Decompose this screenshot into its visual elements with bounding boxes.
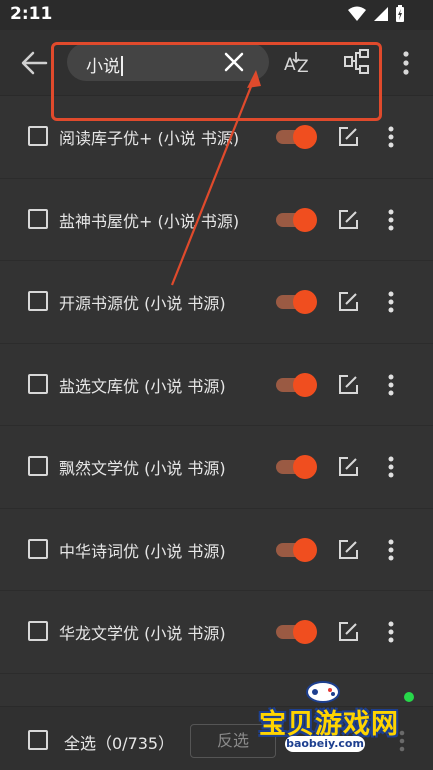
edit-icon	[339, 374, 358, 394]
enable-toggle[interactable]	[276, 124, 318, 150]
status-time: 2:11	[10, 4, 53, 24]
item-checkbox[interactable]	[28, 291, 48, 311]
more-vert-icon	[399, 730, 405, 752]
status-icons	[347, 5, 405, 23]
edit-button[interactable]	[337, 456, 359, 478]
enable-toggle[interactable]	[276, 207, 318, 233]
wifi-icon	[348, 6, 366, 21]
back-button[interactable]	[20, 50, 48, 76]
app-bar: 小说 A Z	[0, 30, 433, 96]
select-all-label: 全选（0/735）	[64, 734, 175, 753]
item-more-button[interactable]	[384, 208, 398, 232]
edit-icon	[339, 127, 358, 146]
list-item[interactable]: 盐选文库优 (小说 书源)	[0, 344, 433, 426]
group-button[interactable]	[343, 48, 371, 76]
item-more-button[interactable]	[384, 125, 398, 149]
list-item[interactable]: 华龙文学优 (小说 书源)	[0, 591, 433, 674]
item-checkbox[interactable]	[28, 621, 48, 641]
enable-toggle[interactable]	[276, 372, 318, 398]
item-checkbox[interactable]	[28, 126, 48, 146]
select-all-checkbox[interactable]	[28, 730, 48, 750]
gamepad-icon	[306, 681, 340, 703]
more-vert-icon	[403, 51, 409, 75]
item-checkbox[interactable]	[28, 456, 48, 476]
battery-icon	[396, 5, 404, 22]
arrow-back-icon	[21, 51, 48, 75]
list-item[interactable]: 阅读库子优+ (小说 书源)	[0, 96, 433, 179]
source-name: 开源书源优 (小说 书源)	[59, 294, 226, 313]
sort-az-icon: A Z	[284, 52, 309, 77]
invert-selection-button[interactable]: 反选	[190, 724, 276, 758]
source-name: 中华诗词优 (小说 书源)	[59, 541, 226, 561]
edit-button[interactable]	[337, 374, 359, 396]
source-name: 盐选文库优 (小说 书源)	[59, 376, 226, 396]
edit-icon	[339, 292, 358, 311]
enable-toggle[interactable]	[276, 454, 318, 480]
edit-icon	[339, 539, 358, 559]
search-value: 小说	[86, 52, 123, 77]
status-bar: 2:11	[0, 0, 433, 30]
item-more-button[interactable]	[384, 290, 398, 314]
enable-toggle[interactable]	[276, 537, 318, 563]
source-name: 华龙文学优 (小说 书源)	[59, 624, 226, 643]
source-name: 盐神书屋优+ (小说 书源)	[59, 211, 240, 231]
enable-toggle[interactable]	[276, 619, 318, 645]
more-vert-icon	[388, 126, 394, 148]
edit-icon	[339, 209, 358, 229]
edit-button[interactable]	[337, 291, 359, 313]
list-item[interactable]: 中华诗词优 (小说 书源)	[0, 509, 433, 591]
more-vert-icon	[388, 291, 394, 313]
enable-toggle[interactable]	[276, 289, 318, 315]
more-vert-icon	[388, 621, 394, 643]
group-icon	[344, 49, 369, 74]
item-checkbox[interactable]	[28, 538, 48, 559]
item-more-button[interactable]	[384, 620, 398, 644]
more-vert-icon	[388, 539, 394, 560]
more-vert-icon	[388, 374, 394, 395]
source-list: 阅读库子优+ (小说 书源) 盐神书屋优+ (小说 书源) 开源书源优 (小说 …	[0, 96, 433, 674]
item-checkbox[interactable]	[28, 373, 48, 394]
more-vert-icon	[388, 209, 394, 230]
item-checkbox[interactable]	[28, 208, 48, 229]
edit-icon	[339, 622, 358, 641]
more-options-button[interactable]	[398, 50, 414, 76]
search-input[interactable]: 小说	[67, 43, 269, 81]
list-item[interactable]: 开源书源优 (小说 书源)	[0, 261, 433, 344]
item-more-button[interactable]	[384, 373, 398, 397]
list-item[interactable]: 飘然文学优 (小说 书源)	[0, 426, 433, 509]
text-caret	[121, 56, 123, 76]
edit-button[interactable]	[337, 209, 359, 231]
edit-button[interactable]	[337, 126, 359, 148]
status-dot	[404, 692, 414, 702]
edit-button[interactable]	[337, 621, 359, 643]
source-name: 阅读库子优+ (小说 书源)	[59, 129, 240, 148]
signal-icon	[374, 7, 388, 21]
item-more-button[interactable]	[384, 455, 398, 479]
edit-button[interactable]	[337, 539, 359, 561]
sort-button[interactable]: A Z	[283, 48, 313, 78]
source-name: 飘然文学优 (小说 书源)	[59, 459, 226, 478]
clear-search-button[interactable]	[223, 51, 245, 73]
bottom-action-bar: 全选（0/735） 反选	[0, 706, 433, 770]
svg-text:A: A	[284, 55, 296, 75]
more-vert-icon	[388, 456, 394, 478]
bottom-more-button[interactable]	[396, 729, 408, 753]
item-more-button[interactable]	[384, 538, 398, 562]
close-icon	[224, 52, 244, 72]
edit-icon	[339, 457, 358, 476]
list-item[interactable]: 盐神书屋优+ (小说 书源)	[0, 179, 433, 261]
